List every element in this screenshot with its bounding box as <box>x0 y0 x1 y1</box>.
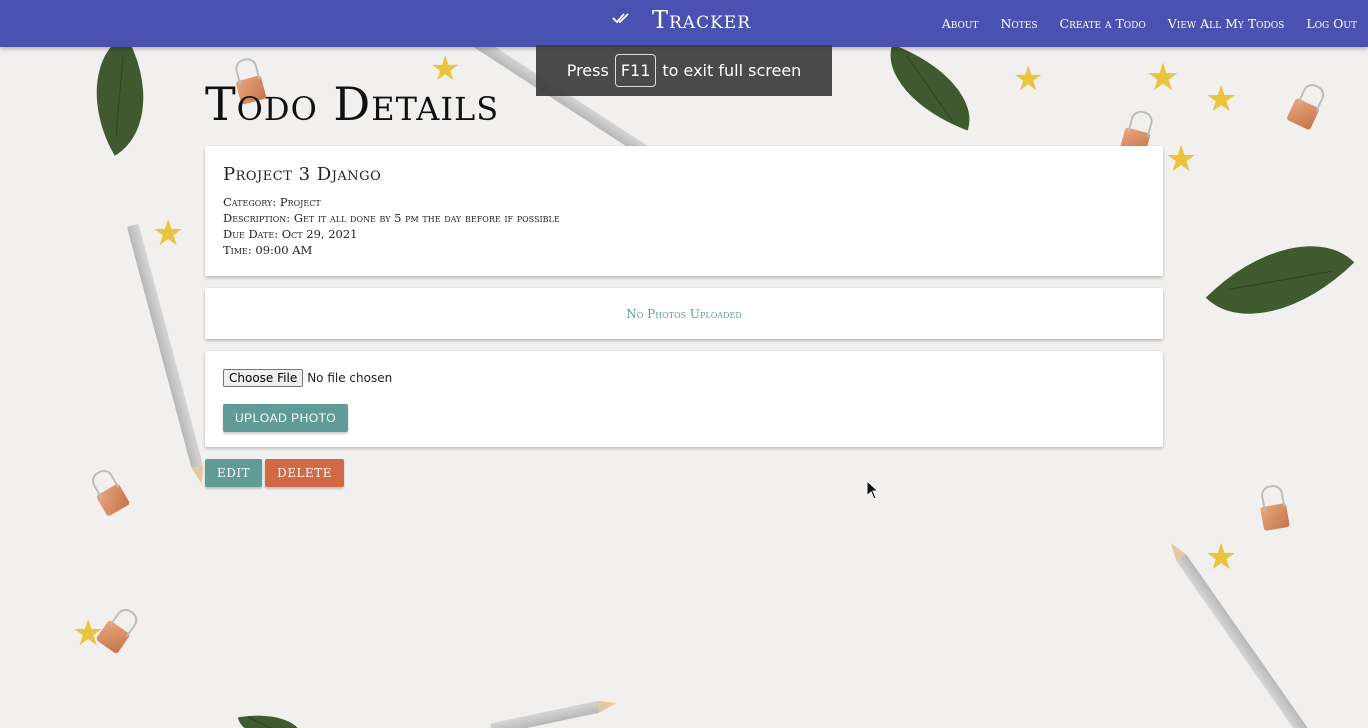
nav-link-log-out[interactable]: Log Out <box>1295 16 1368 31</box>
todo-due-date: Due Date: Oct 29, 2021 <box>223 227 358 241</box>
leaf-decoration <box>237 707 303 728</box>
nav-link-view-all-todos[interactable]: View All My Todos <box>1157 16 1296 31</box>
pencil-decoration <box>489 700 601 728</box>
main-content: Todo Details Project 3 Django Category: … <box>205 78 1163 487</box>
todo-detail-card: Project 3 Django Category: Project Descr… <box>205 146 1163 276</box>
leaf-decoration <box>1205 205 1355 355</box>
star-decoration: ★ <box>1205 537 1238 578</box>
nav-link-about[interactable]: About <box>931 16 990 31</box>
binder-clip-decoration <box>1260 502 1290 532</box>
top-navbar: Tracker About Notes Create a Todo View A… <box>0 0 1368 47</box>
fullscreen-notice-after: to exit full screen <box>662 61 802 80</box>
choose-file-button[interactable]: Choose File <box>223 369 304 387</box>
todo-description: Description: Get it all done by 5 pm the… <box>223 211 560 225</box>
no-photos-text: No Photos Uploaded <box>626 306 742 321</box>
leaf-decoration <box>64 34 176 156</box>
delete-button[interactable]: DELETE <box>265 459 344 487</box>
todo-category: Category: Project <box>223 195 321 209</box>
photos-card: No Photos Uploaded <box>205 288 1163 339</box>
file-status: No file chosen <box>307 371 393 385</box>
file-input[interactable]: Choose File No file chosen <box>223 369 1145 387</box>
star-decoration: ★ <box>1205 79 1238 120</box>
star-decoration: ★ <box>152 213 185 254</box>
todo-actions: EDIT DELETE <box>205 459 1163 487</box>
star-decoration: ★ <box>1165 139 1198 180</box>
pencil-decoration <box>126 223 204 469</box>
fullscreen-key: F11 <box>614 54 657 87</box>
double-check-icon <box>612 12 630 28</box>
edit-button[interactable]: EDIT <box>205 459 263 487</box>
pencil-decoration <box>1176 554 1324 728</box>
todo-title: Project 3 Django <box>223 164 382 185</box>
todo-time: Time: 09:00 AM <box>223 243 313 257</box>
nav-link-create-todo[interactable]: Create a Todo <box>1049 16 1157 31</box>
nav-link-notes[interactable]: Notes <box>989 16 1048 31</box>
binder-clip-decoration <box>95 483 131 517</box>
binder-clip-decoration <box>1286 97 1320 131</box>
nav-links: About Notes Create a Todo View All My To… <box>931 0 1368 47</box>
upload-photo-button[interactable]: UPLOAD PHOTO <box>223 404 349 432</box>
upload-photo-card: Choose File No file chosen UPLOAD PHOTO <box>205 351 1163 447</box>
fullscreen-notice-before: Press <box>566 61 609 80</box>
fullscreen-notice: Press F11 to exit full screen <box>536 45 832 96</box>
brand[interactable]: Tracker <box>612 6 751 34</box>
brand-title: Tracker <box>652 6 752 34</box>
